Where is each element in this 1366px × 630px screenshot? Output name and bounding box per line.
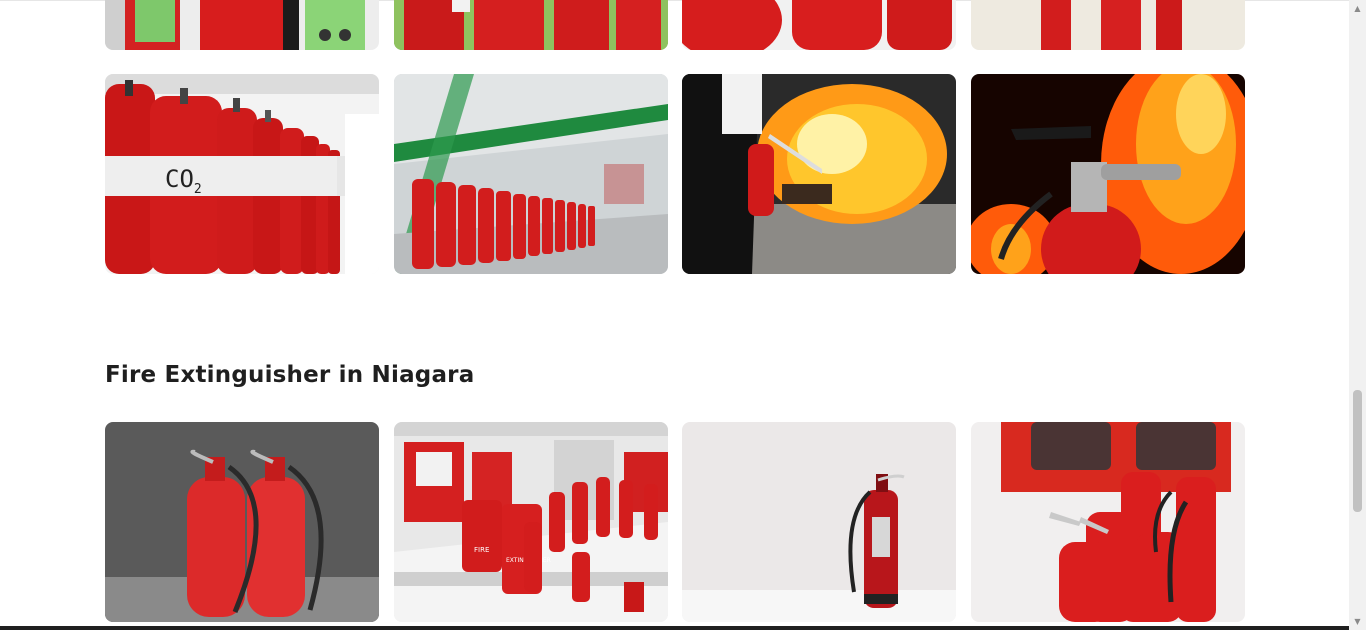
gallery-image-co2-bank[interactable]: CO2	[105, 74, 379, 274]
gallery-image-red-cabinet[interactable]	[970, 422, 1245, 622]
gallery-image-industrial-room[interactable]	[393, 74, 668, 274]
gallery-image-4[interactable]	[970, 0, 1245, 50]
scroll-down-arrow-icon[interactable]: ▼	[1349, 613, 1366, 630]
gallery-image-pair-grey[interactable]	[105, 422, 379, 622]
gallery-image-showroom[interactable]: FIRE EXTINGUISHER	[393, 422, 668, 622]
gallery-image-3[interactable]	[682, 0, 956, 50]
gallery-image-extinguisher-flames[interactable]	[970, 74, 1245, 274]
scrollbar-thumb[interactable]	[1353, 390, 1362, 512]
image-grid-previous-section-row-1	[105, 0, 1245, 50]
bottom-edge-strip	[0, 626, 1349, 630]
image-grid-previous-section-row-2: CO2	[105, 74, 1245, 274]
vertical-scrollbar[interactable]: ▲ ▼	[1349, 0, 1366, 630]
fire-text-1: FIRE	[474, 546, 489, 554]
gallery-image-2[interactable]	[393, 0, 668, 50]
image-grid-niagara: FIRE EXTINGUISHER	[105, 422, 1245, 622]
section-title: Fire Extinguisher in Niagara	[105, 362, 475, 388]
scroll-up-arrow-icon[interactable]: ▲	[1349, 0, 1366, 17]
gallery-image-fire-training[interactable]	[682, 74, 956, 274]
gallery-image-1[interactable]	[105, 0, 379, 50]
gallery-image-single-white[interactable]	[682, 422, 956, 622]
